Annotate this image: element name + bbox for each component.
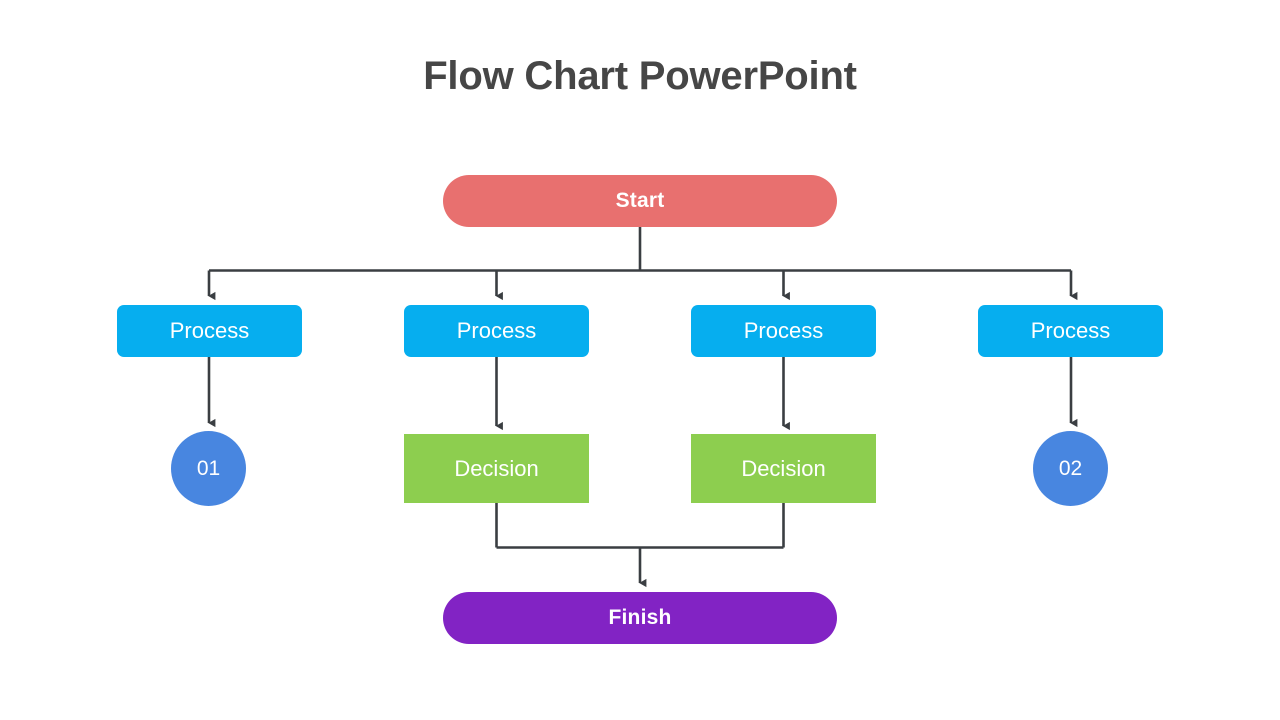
- node-process-2[interactable]: Process: [404, 305, 589, 357]
- slide-canvas: Flow Chart PowerPoint Start Process Proc…: [0, 0, 1280, 720]
- node-finish[interactable]: Finish: [443, 592, 837, 644]
- node-count-02[interactable]: 02: [1033, 431, 1108, 506]
- node-process-3[interactable]: Process: [691, 305, 876, 357]
- node-process-4[interactable]: Process: [978, 305, 1163, 357]
- node-process-1[interactable]: Process: [117, 305, 302, 357]
- node-decision-1[interactable]: Decision: [404, 434, 589, 503]
- node-count-01[interactable]: 01: [171, 431, 246, 506]
- node-start[interactable]: Start: [443, 175, 837, 227]
- page-title: Flow Chart PowerPoint: [423, 54, 857, 98]
- node-decision-2[interactable]: Decision: [691, 434, 876, 503]
